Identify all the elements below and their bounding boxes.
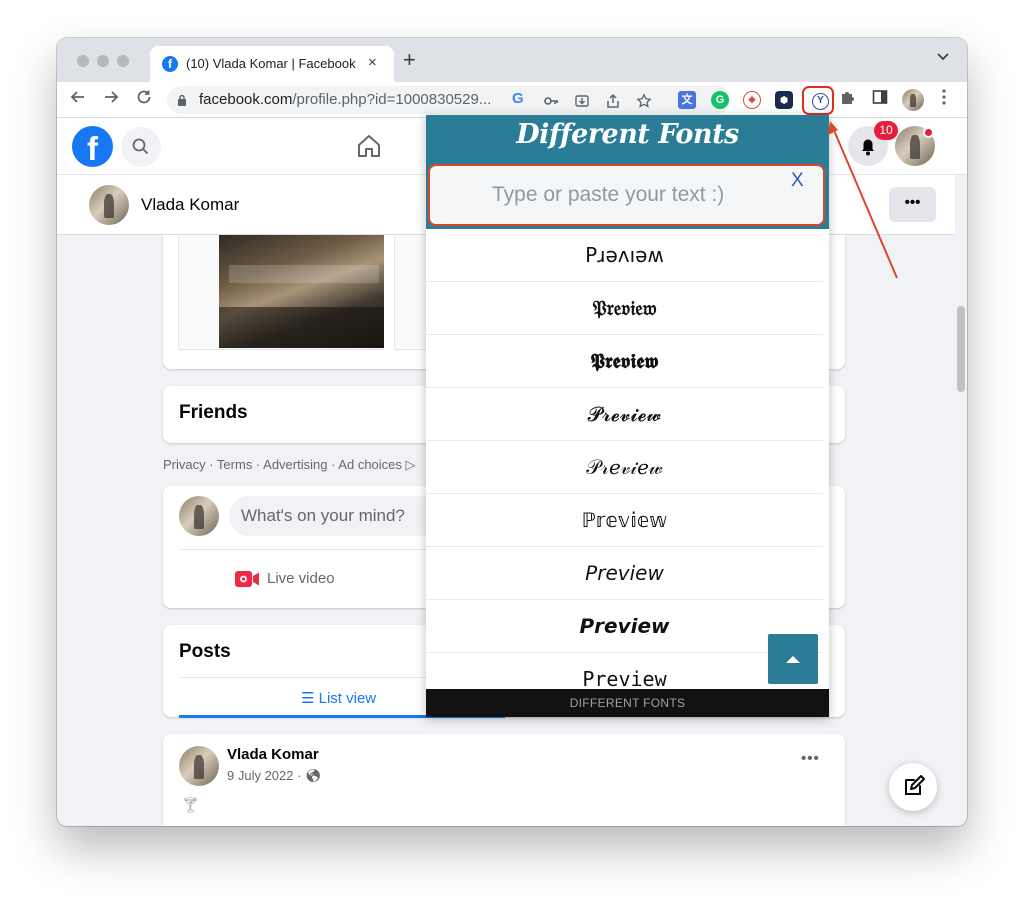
font-preview-item[interactable]: 𝒫𝓇𝑒𝓋𝒾𝑒𝓌 xyxy=(426,441,823,494)
url-path: /profile.php?id=1000830529... xyxy=(292,91,492,108)
profile-name[interactable]: Vlada Komar xyxy=(141,195,239,215)
cocktail-glass-icon: 🍸︎ xyxy=(181,797,201,814)
tab-close-icon[interactable]: × xyxy=(368,54,377,71)
live-video-icon[interactable] xyxy=(235,570,260,588)
profile-more-button[interactable]: ••• xyxy=(889,187,936,222)
screenshot-stage: f (10) Vlada Komar | Facebook × + facebo… xyxy=(0,0,1024,901)
friends-title[interactable]: Friends xyxy=(179,402,248,424)
font-preview-item[interactable]: 𝔓𝔯𝔢𝔳𝔦𝔢𝔴 xyxy=(426,282,823,335)
post-card: Vlada Komar 9 July 2022 · 🌎︎ ••• 🍸︎ xyxy=(163,734,845,826)
scroll-to-top-button[interactable] xyxy=(768,634,818,684)
facebook-logo[interactable]: f xyxy=(72,126,113,167)
facebook-search-button[interactable] xyxy=(121,127,161,167)
footer-links[interactable]: Privacy · Terms · Advertising · Ad choic… xyxy=(163,457,416,473)
photo-frame xyxy=(178,235,384,350)
install-app-icon[interactable] xyxy=(574,90,590,113)
font-preview-item[interactable]: 𝕻𝖗𝖊𝖛𝖎𝖊𝖜 xyxy=(426,335,823,388)
restaurant-photo[interactable] xyxy=(219,235,384,348)
translate-extension-icon[interactable]: 文 xyxy=(678,91,696,109)
lock-icon[interactable] xyxy=(177,94,187,106)
photo-frame-2[interactable] xyxy=(394,235,430,350)
facebook-favicon-icon: f xyxy=(162,56,178,72)
share-icon[interactable] xyxy=(605,90,621,113)
tab-strip: f (10) Vlada Komar | Facebook × + xyxy=(57,38,967,82)
tab-facebook[interactable]: f (10) Vlada Komar | Facebook × xyxy=(150,46,394,82)
grammarly-extension-icon[interactable]: G xyxy=(711,91,729,109)
live-video-label[interactable]: Live video xyxy=(267,570,335,587)
different-fonts-extension-button[interactable]: Y xyxy=(802,86,834,115)
minimize-window-button[interactable] xyxy=(97,55,109,67)
url-host: facebook.com xyxy=(199,91,293,108)
google-translate-icon[interactable]: G xyxy=(512,90,524,107)
font-preview-item[interactable]: 𝙋𝙧𝙚𝙫𝙞𝙚𝙬 xyxy=(426,600,823,653)
caret-up-icon xyxy=(786,656,800,663)
url-text: facebook.com/profile.php?id=1000830529..… xyxy=(199,91,491,108)
account-status-dot xyxy=(923,127,934,138)
font-preview-item[interactable]: ℙ𝕣𝕖𝕧𝕚𝕖𝕨 xyxy=(426,494,823,547)
zoom-window-button[interactable] xyxy=(117,55,129,67)
whats-on-your-mind-input[interactable]: What's on your mind? xyxy=(229,496,439,536)
arrow-left-icon[interactable] xyxy=(69,88,87,112)
tab-title: (10) Vlada Komar | Facebook xyxy=(186,56,356,71)
arrow-right-icon[interactable] xyxy=(102,88,120,112)
clear-text-button[interactable]: X xyxy=(791,170,804,192)
font-preview-list[interactable]: Pɹǝʌıǝʍ 𝔓𝔯𝔢𝔳𝔦𝔢𝔴 𝕻𝖗𝖊𝖛𝖎𝖊𝖜 𝓟𝓻𝓮𝓿𝓲𝓮𝔀 𝒫𝓇𝑒𝓋𝒾𝑒𝓌 … xyxy=(426,229,829,689)
posts-title: Posts xyxy=(179,641,231,662)
browser-profile-avatar[interactable] xyxy=(902,89,924,111)
browser-menu-icon[interactable] xyxy=(941,88,947,112)
star-icon[interactable] xyxy=(636,90,652,113)
puzzle-icon[interactable] xyxy=(839,88,857,112)
scrollbar-thumb[interactable] xyxy=(957,306,965,392)
key-icon[interactable] xyxy=(543,90,559,113)
address-bar[interactable]: facebook.com/profile.php?id=1000830529..… xyxy=(167,86,731,114)
font-preview-item[interactable]: 𝘗𝘳𝘦𝘷𝘪𝘦𝘸 xyxy=(426,547,823,600)
font-preview-item[interactable]: 𝓟𝓻𝓮𝓿𝓲𝓮𝔀 xyxy=(426,388,823,441)
post-author-avatar[interactable] xyxy=(179,746,219,786)
popup-title: Different Fonts xyxy=(516,119,739,150)
home-icon[interactable] xyxy=(355,132,383,160)
search-icon xyxy=(132,138,149,155)
browser-toolbar: facebook.com/profile.php?id=1000830529..… xyxy=(57,82,967,118)
side-panel-icon[interactable] xyxy=(871,88,889,112)
notification-count-badge: 10 xyxy=(874,121,898,140)
profile-avatar[interactable] xyxy=(89,185,129,225)
font-preview-item[interactable]: 𝙿𝚛𝚎𝚟𝚒𝚎𝚠 xyxy=(426,653,823,689)
different-fonts-extension-icon: Y xyxy=(812,93,829,110)
hexagon-extension-icon[interactable]: ⬢ xyxy=(775,91,793,109)
text-input[interactable]: Type or paste your text :) xyxy=(428,164,825,226)
post-date[interactable]: 9 July 2022 · 🌎︎ xyxy=(227,768,322,784)
close-window-button[interactable] xyxy=(77,55,89,67)
shield-extension-icon[interactable]: ◆ xyxy=(743,91,761,109)
tab-search-chevron-icon[interactable] xyxy=(937,52,949,64)
list-view-tab[interactable]: ☰ List view xyxy=(301,689,376,707)
post-author-name[interactable]: Vlada Komar xyxy=(227,746,319,763)
browser-window: f (10) Vlada Komar | Facebook × + facebo… xyxy=(57,38,967,826)
different-fonts-popup: Different Fonts Type or paste your text … xyxy=(426,115,829,717)
popup-header: Different Fonts Type or paste your text … xyxy=(426,115,829,229)
new-message-button[interactable] xyxy=(889,763,937,811)
font-preview-item[interactable]: Pɹǝʌıǝʍ xyxy=(426,229,823,282)
new-tab-button[interactable]: + xyxy=(403,49,416,71)
composer-avatar[interactable] xyxy=(179,496,219,536)
reload-icon[interactable] xyxy=(135,88,153,112)
popup-footer: DIFFERENT FONTS xyxy=(426,689,829,717)
compose-icon xyxy=(905,775,925,795)
post-more-button[interactable]: ••• xyxy=(801,750,820,767)
